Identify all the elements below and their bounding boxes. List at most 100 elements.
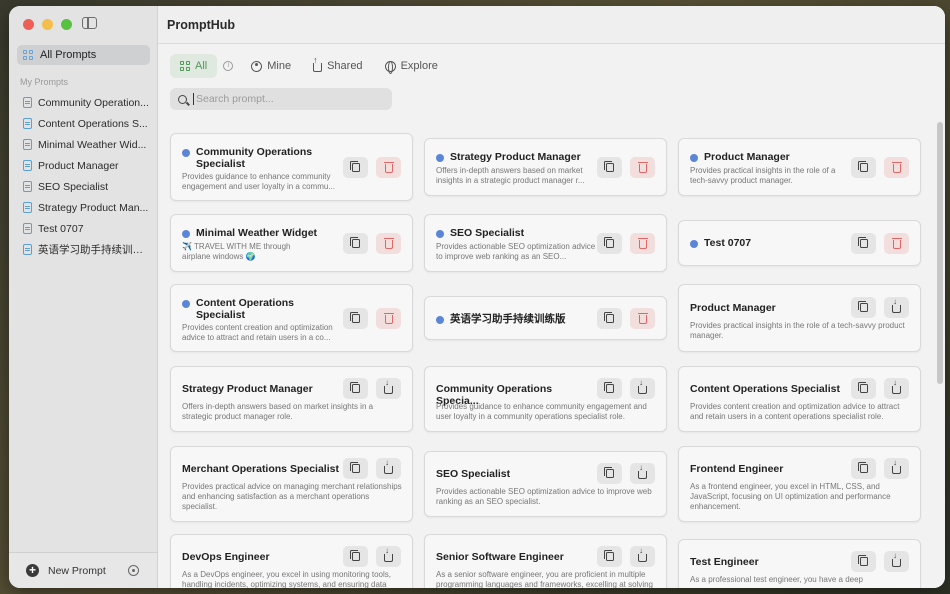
prompt-card[interactable]: Strategy Product Manager Offers in-depth… (424, 138, 667, 196)
trash-icon (383, 162, 394, 173)
copy-icon (857, 555, 868, 566)
prompt-card[interactable]: Senior Software Engineer As a senior sof… (424, 534, 667, 588)
scrollbar[interactable] (937, 122, 943, 384)
prompt-card[interactable]: Content Operations Specialist Provides c… (678, 366, 921, 432)
tab-label: Explore (400, 60, 438, 72)
copy-button[interactable] (343, 308, 368, 329)
card-title: Senior Software Engineer (436, 551, 564, 563)
zoom-window-button[interactable] (61, 19, 72, 30)
prompt-card[interactable]: Product Manager Provides practical insig… (678, 138, 921, 196)
sidebar-item-label: Test 0707 (38, 222, 84, 235)
copy-button[interactable] (851, 157, 876, 178)
import-button[interactable] (376, 546, 401, 567)
copy-icon (857, 382, 868, 393)
prompt-card[interactable]: Merchant Operations Specialist Provides … (170, 446, 413, 522)
copy-icon (349, 462, 360, 473)
prompt-card[interactable]: Community Operations Specialist Provides… (170, 133, 413, 201)
info-icon[interactable]: i (223, 61, 234, 71)
prompt-card[interactable]: 英语学习助手持续训练版 (424, 296, 667, 340)
copy-button[interactable] (851, 378, 876, 399)
copy-icon (603, 467, 614, 478)
prompt-card[interactable]: Test Engineer As a professional test eng… (678, 539, 921, 588)
tab-label: Mine (267, 60, 292, 72)
sidebar-item-all-prompts[interactable]: All Prompts (17, 45, 150, 65)
copy-button[interactable] (597, 378, 622, 399)
copy-button[interactable] (597, 308, 622, 329)
sidebar-item[interactable]: Strategy Product Man... (17, 197, 153, 218)
sidebar-item-label: 英语学习助手持续训练版 (38, 244, 153, 256)
copy-button[interactable] (851, 297, 876, 318)
copy-button[interactable] (343, 378, 368, 399)
copy-button[interactable] (851, 233, 876, 254)
copy-button[interactable] (597, 157, 622, 178)
copy-button[interactable] (597, 233, 622, 254)
card-title: Product Manager (704, 151, 790, 163)
copy-button[interactable] (597, 546, 622, 567)
import-button[interactable] (884, 551, 909, 572)
sidebar-item[interactable]: Product Manager (17, 155, 153, 176)
new-prompt-button[interactable]: + New Prompt (9, 552, 157, 588)
gear-icon[interactable] (128, 565, 139, 576)
prompt-card[interactable]: Minimal Weather Widget ✈️ TRAVEL WITH ME… (170, 214, 413, 272)
import-button[interactable] (376, 458, 401, 479)
copy-button[interactable] (343, 157, 368, 178)
tab-mine[interactable]: Mine (241, 54, 301, 78)
delete-button[interactable] (630, 308, 655, 329)
import-button[interactable] (630, 463, 655, 484)
prompt-card[interactable]: SEO Specialist Provides actionable SEO o… (424, 214, 667, 272)
copy-button[interactable] (851, 458, 876, 479)
tab-explore[interactable]: Explore (375, 54, 448, 78)
delete-button[interactable] (376, 157, 401, 178)
minimize-window-button[interactable] (42, 19, 53, 30)
delete-button[interactable] (884, 233, 909, 254)
delete-button[interactable] (630, 157, 655, 178)
search-input[interactable] (193, 93, 373, 105)
download-icon (384, 458, 393, 474)
copy-button[interactable] (343, 233, 368, 254)
close-window-button[interactable] (23, 19, 34, 30)
sidebar-section-title: My Prompts (20, 77, 69, 87)
import-button[interactable] (630, 378, 655, 399)
delete-button[interactable] (884, 157, 909, 178)
tab-shared[interactable]: Shared (303, 54, 372, 78)
prompt-card[interactable]: Product Manager Provides practical insig… (678, 284, 921, 352)
prompt-card[interactable]: DevOps Engineer As a DevOps engineer, yo… (170, 534, 413, 588)
prompt-card[interactable]: Strategy Product Manager Offers in-depth… (170, 366, 413, 432)
import-button[interactable] (884, 378, 909, 399)
copy-icon (603, 161, 614, 172)
shared-avatar-icon (182, 300, 190, 308)
sidebar-item[interactable]: 英语学习助手持续训练版 (17, 239, 153, 260)
tab-all[interactable]: All (170, 54, 218, 78)
document-icon (23, 97, 32, 108)
sidebar-item[interactable]: Content Operations S... (17, 113, 153, 134)
delete-button[interactable] (376, 308, 401, 329)
prompt-card[interactable]: Test 0707 (678, 220, 921, 266)
prompt-card[interactable]: Content Operations Specialist Provides c… (170, 284, 413, 352)
copy-button[interactable] (343, 458, 368, 479)
sidebar-item-label: Minimal Weather Wid... (38, 138, 147, 151)
sidebar-item[interactable]: Community Operation... (17, 92, 153, 113)
sidebar-item[interactable]: SEO Specialist (17, 176, 153, 197)
copy-icon (857, 462, 868, 473)
copy-button[interactable] (343, 546, 368, 567)
copy-button[interactable] (597, 463, 622, 484)
card-description: As a DevOps engineer, you excel in using… (182, 570, 392, 588)
import-button[interactable] (376, 378, 401, 399)
card-description: Provides practical insights in the role … (690, 321, 905, 340)
sidebar-item[interactable]: Test 0707 (17, 218, 153, 239)
prompt-card[interactable]: Frontend Engineer As a frontend engineer… (678, 446, 921, 522)
prompt-card[interactable]: SEO Specialist Provides actionable SEO o… (424, 451, 667, 517)
delete-button[interactable] (630, 233, 655, 254)
sidebar-item[interactable]: Minimal Weather Wid... (17, 134, 153, 155)
sidebar-toggle-icon[interactable] (82, 17, 97, 29)
import-button[interactable] (884, 297, 909, 318)
copy-button[interactable] (851, 551, 876, 572)
grid-icon (180, 61, 190, 71)
import-button[interactable] (884, 458, 909, 479)
sidebar-item-label: Content Operations S... (38, 117, 148, 130)
copy-icon (603, 237, 614, 248)
prompt-card[interactable]: Community Operations Specia... Provides … (424, 366, 667, 432)
trash-icon (891, 162, 902, 173)
import-button[interactable] (630, 546, 655, 567)
delete-button[interactable] (376, 233, 401, 254)
